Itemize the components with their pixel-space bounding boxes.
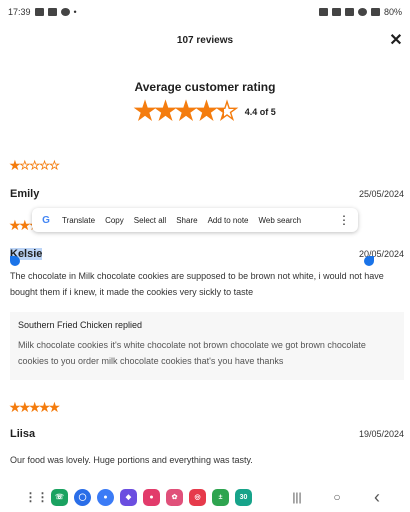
reviewer-name: Emily: [10, 188, 40, 200]
mute-icon: [344, 8, 354, 16]
cell-signal-icon: [370, 8, 380, 16]
menu-add-to-note[interactable]: Add to note: [208, 216, 249, 225]
battery-saver-icon: [318, 8, 328, 16]
camera-icon[interactable]: ◎: [189, 488, 206, 506]
menu-web-search[interactable]: Web search: [259, 216, 302, 225]
review-text: Our food was lovely. Huge portions and e…: [10, 455, 253, 465]
status-time: 17:39: [8, 7, 31, 17]
menu-select-all[interactable]: Select all: [134, 216, 166, 225]
reply-text: Milk chocolate cookies it's white chocol…: [18, 340, 366, 366]
taskbar-apps: ⋮⋮ ☏ ◯ ● ◆ ● ✿ ◎ ± 30: [25, 488, 252, 506]
review-date: 19/05/2024: [358, 429, 404, 439]
reviews-count-title: 107 reviews: [176, 34, 234, 46]
calendar-icon[interactable]: 30: [235, 488, 252, 506]
star-filled-icons: ★★★★★: [10, 161, 20, 172]
battery-level: 80%: [383, 7, 402, 17]
reviews-header: 107 reviews ✕: [0, 24, 410, 56]
selection-end-handle[interactable]: [364, 256, 374, 266]
apps-grid-icon[interactable]: ⋮⋮: [25, 489, 49, 506]
review-star-rating: ★★★★★ ★★★★★: [10, 402, 60, 414]
recents-button[interactable]: |||: [290, 490, 304, 504]
browser-icon[interactable]: ●: [143, 488, 160, 506]
reply-header: Southern Fried Chicken replied: [18, 320, 143, 330]
system-nav-keys: ||| ○ ‹: [290, 487, 384, 507]
status-right: 80%: [318, 7, 402, 17]
calculator-icon[interactable]: ±: [212, 488, 229, 506]
selection-start-handle[interactable]: [10, 256, 20, 266]
menu-translate[interactable]: Translate: [62, 216, 95, 225]
status-bar: 17:39 • 80%: [0, 0, 410, 24]
flower-icon[interactable]: ✿: [166, 488, 183, 506]
more-options-icon[interactable]: ⋮: [338, 213, 350, 227]
star-filled-icons: ★★★★★: [10, 403, 60, 414]
reviewer-row: Emily 25/05/2024: [10, 188, 404, 200]
text-selection-menu: G Translate Copy Select all Share Add to…: [32, 208, 358, 232]
close-icon: ✕: [389, 32, 403, 49]
navigation-bar: ⋮⋮ ☏ ◯ ● ◆ ● ✿ ◎ ± 30 ||| ○ ‹: [0, 482, 410, 512]
signal-icon[interactable]: ◯: [74, 488, 91, 506]
review-item: ★★★★★ ★★★★★ Emily 25/05/2024: [10, 156, 404, 200]
reviewer-row: Kelsie 20/05/2024: [10, 248, 404, 260]
restaurant-reply: Southern Fried Chicken replied Milk choc…: [10, 312, 404, 380]
galaxy-store-icon[interactable]: ◆: [120, 488, 137, 506]
average-rating-value: 4.4 of 5: [244, 107, 276, 117]
close-button[interactable]: ✕: [388, 32, 404, 49]
rating-summary: Average customer rating ★★★★★ ★★★★★ 4.4 …: [0, 80, 410, 124]
review-text: The chocolate in Milk chocolate cookies …: [10, 271, 384, 297]
rating-row: ★★★★★ ★★★★★ 4.4 of 5: [0, 99, 410, 124]
review-item: ★★★★★ ★★★★★ Liisa 19/05/2024 Our food wa…: [10, 398, 404, 468]
gallery-notification-icon: [34, 8, 44, 16]
whatsapp-notification-icon: [60, 8, 70, 16]
status-left: 17:39 •: [8, 7, 77, 17]
phone-icon[interactable]: ☏: [51, 488, 68, 506]
back-button[interactable]: ‹: [370, 487, 384, 507]
home-button[interactable]: ○: [330, 490, 344, 504]
reviewer-name: Liisa: [10, 428, 36, 440]
star-filled-icons: ★★★★★: [134, 100, 224, 124]
average-star-rating: ★★★★★ ★★★★★: [134, 99, 239, 124]
wifi-icon: [357, 8, 367, 16]
more-notifications-dot: •: [73, 7, 77, 17]
rating-title: Average customer rating: [134, 80, 276, 94]
menu-copy[interactable]: Copy: [105, 216, 124, 225]
alarm-icon: [331, 8, 341, 16]
menu-share[interactable]: Share: [176, 216, 197, 225]
review-date: 25/05/2024: [358, 189, 404, 199]
google-icon: G: [42, 214, 50, 226]
review-star-rating: ★★★★★ ★★★★★: [10, 160, 60, 172]
youtube-notification-icon: [47, 8, 57, 16]
reviewer-row: Liisa 19/05/2024: [10, 428, 404, 440]
messages-icon[interactable]: ●: [97, 488, 114, 506]
